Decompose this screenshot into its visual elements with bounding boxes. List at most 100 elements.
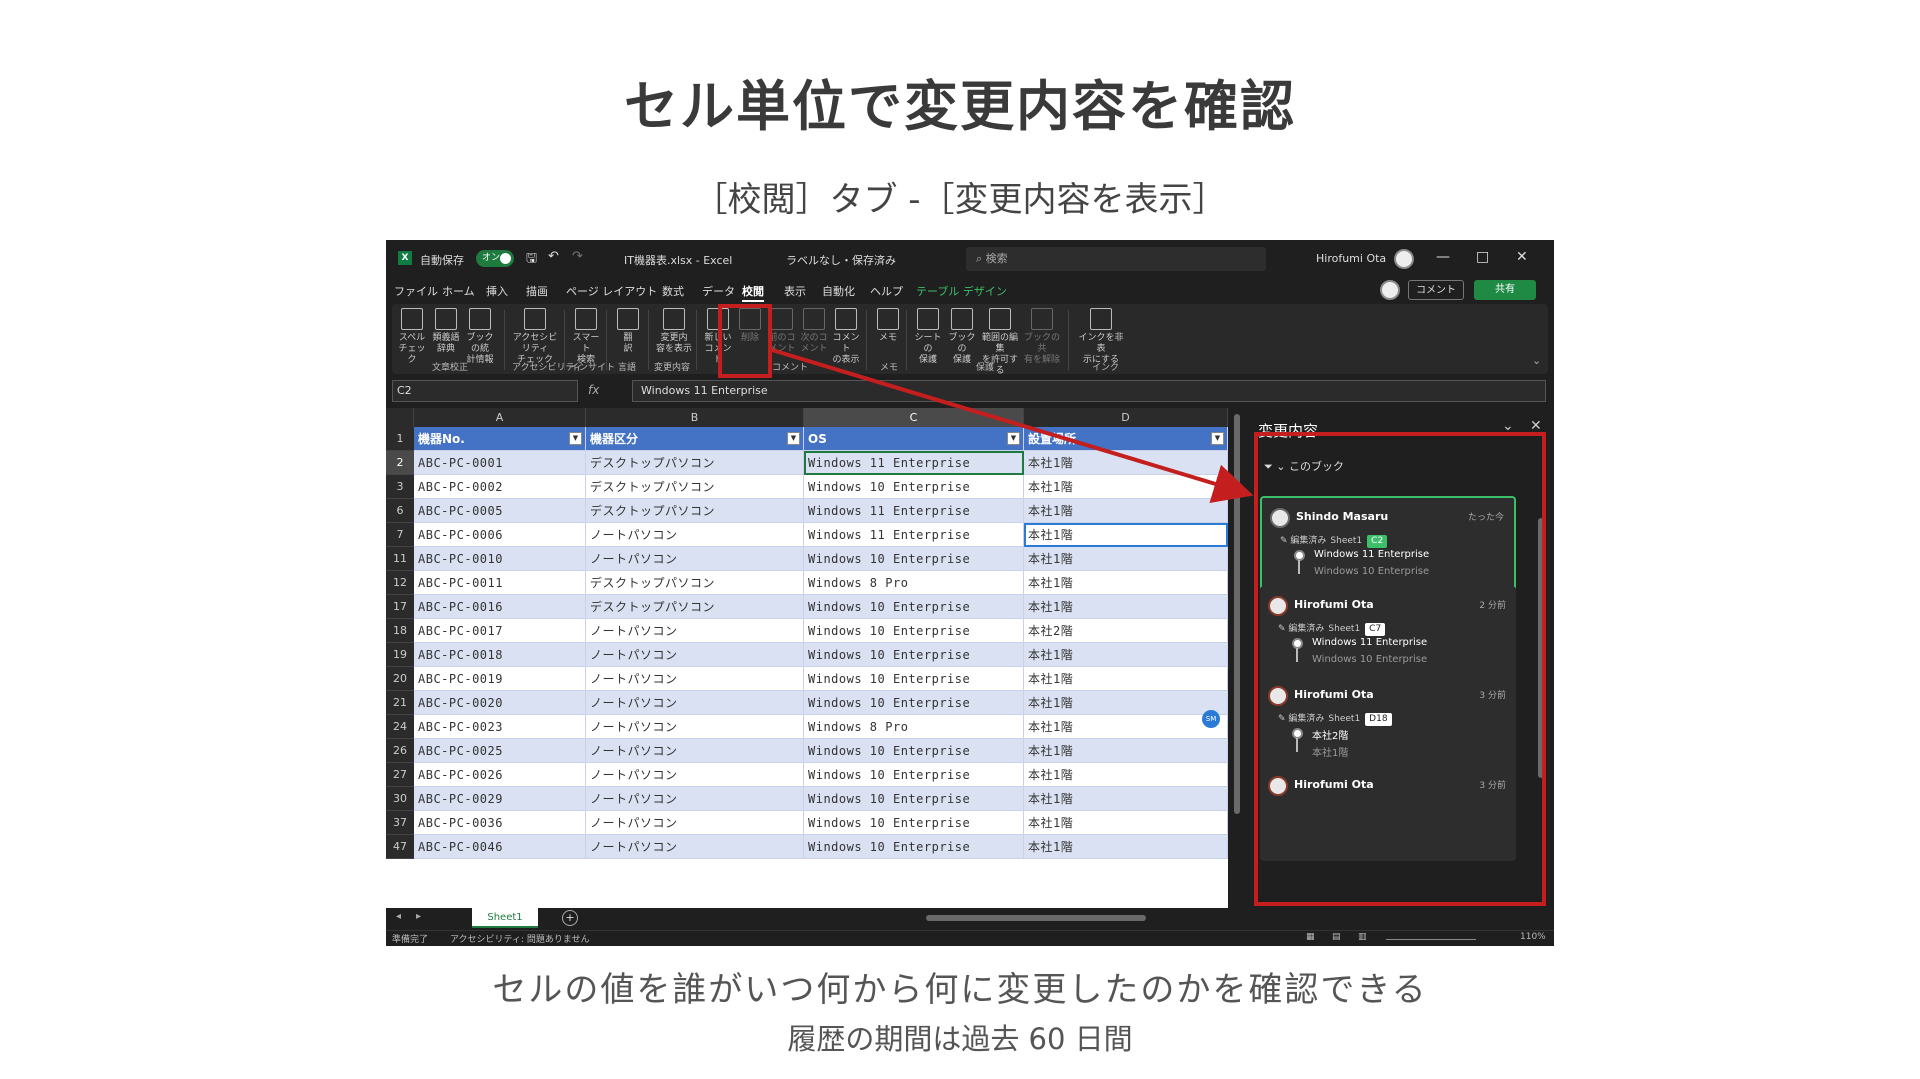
select-all-corner[interactable]: [386, 408, 414, 427]
next-sheet-icon[interactable]: ▸: [416, 911, 421, 922]
normal-view-icon[interactable]: ▦: [1306, 932, 1315, 942]
row-number[interactable]: 17: [386, 595, 414, 619]
table-cell[interactable]: Windows 10 Enterprise: [804, 835, 1024, 859]
row-number[interactable]: 37: [386, 811, 414, 835]
sheet-tab-sheet1[interactable]: Sheet1: [472, 908, 538, 928]
table-cell[interactable]: 本社1階: [1024, 643, 1228, 667]
table-cell[interactable]: Windows 10 Enterprise: [804, 619, 1024, 643]
row-number[interactable]: 2: [386, 451, 414, 475]
table-cell[interactable]: Windows 11 Enterprise: [804, 523, 1024, 547]
table-header-cell[interactable]: 機器No. ▼: [414, 427, 586, 451]
row-number[interactable]: 1: [386, 427, 414, 451]
column-header-d[interactable]: D: [1024, 408, 1228, 427]
row-number[interactable]: 30: [386, 787, 414, 811]
row-number[interactable]: 20: [386, 667, 414, 691]
protect-workbook-button[interactable]: ブックの 保護: [946, 306, 978, 366]
table-cell[interactable]: ABC-PC-0025: [414, 739, 586, 763]
table-cell[interactable]: ノートパソコン: [586, 643, 804, 667]
table-cell[interactable]: 本社1階: [1024, 667, 1228, 691]
row-number[interactable]: 18: [386, 619, 414, 643]
thesaurus-button[interactable]: 類義語 辞典: [430, 306, 462, 355]
status-accessibility[interactable]: アクセシビリティ: 問題ありません: [450, 932, 590, 945]
row-number[interactable]: 19: [386, 643, 414, 667]
table-cell[interactable]: 本社1階: [1024, 523, 1228, 547]
row-number[interactable]: 26: [386, 739, 414, 763]
table-cell[interactable]: 本社2階: [1024, 619, 1228, 643]
table-cell[interactable]: ノートパソコン: [586, 835, 804, 859]
tab-home[interactable]: ホーム: [442, 283, 475, 299]
table-cell[interactable]: Windows 10 Enterprise: [804, 787, 1024, 811]
filter-dropdown-icon[interactable]: ▼: [569, 432, 582, 445]
table-cell[interactable]: ノートパソコン: [586, 715, 804, 739]
table-cell[interactable]: ABC-PC-0036: [414, 811, 586, 835]
column-header-a[interactable]: A: [414, 408, 586, 427]
table-cell[interactable]: 本社1階: [1024, 451, 1228, 475]
zoom-slider[interactable]: [1386, 932, 1476, 940]
column-header-c[interactable]: C: [804, 408, 1024, 427]
tab-table-design[interactable]: テーブル デザイン: [916, 283, 1007, 299]
tab-insert[interactable]: 挿入: [486, 283, 508, 299]
table-cell[interactable]: ABC-PC-0016: [414, 595, 586, 619]
table-cell[interactable]: ABC-PC-0002: [414, 475, 586, 499]
protect-sheet-button[interactable]: シートの 保護: [912, 306, 944, 366]
table-cell[interactable]: ABC-PC-0023: [414, 715, 586, 739]
redo-icon[interactable]: ↷: [572, 249, 583, 264]
horizontal-scrollbar[interactable]: [926, 915, 1146, 921]
filter-dropdown-icon[interactable]: ▼: [1007, 432, 1020, 445]
formula-input[interactable]: Windows 11 Enterprise: [632, 380, 1546, 402]
undo-icon[interactable]: ↶: [548, 249, 559, 264]
spellcheck-button[interactable]: スペル チェック: [396, 306, 428, 366]
table-cell[interactable]: 本社1階: [1024, 739, 1228, 763]
table-cell[interactable]: Windows 10 Enterprise: [804, 595, 1024, 619]
table-cell[interactable]: ABC-PC-0026: [414, 763, 586, 787]
table-cell[interactable]: ノートパソコン: [586, 739, 804, 763]
page-layout-view-icon[interactable]: ▤: [1332, 932, 1341, 942]
scroll-thumb[interactable]: [1234, 414, 1240, 814]
table-cell[interactable]: Windows 10 Enterprise: [804, 547, 1024, 571]
table-cell[interactable]: 本社1階: [1024, 595, 1228, 619]
filter-dropdown-icon[interactable]: ▼: [1211, 432, 1224, 445]
table-cell[interactable]: ノートパソコン: [586, 667, 804, 691]
unshare-workbook-button[interactable]: ブックの共 有を解除: [1022, 306, 1062, 366]
tab-help[interactable]: ヘルプ: [870, 283, 903, 299]
page-break-view-icon[interactable]: ▥: [1358, 932, 1367, 942]
table-header-cell[interactable]: 設置場所 ▼: [1024, 427, 1228, 451]
table-cell[interactable]: 本社1階: [1024, 787, 1228, 811]
table-cell[interactable]: 本社1階: [1024, 763, 1228, 787]
coauthor-avatar[interactable]: [1380, 280, 1400, 300]
table-header-cell[interactable]: 機器区分 ▼: [586, 427, 804, 451]
hide-ink-button[interactable]: インクを非表 示にする: [1076, 306, 1126, 366]
tab-automate[interactable]: 自動化: [822, 283, 855, 299]
sensitivity-label[interactable]: ラベルなし・保存済み: [786, 252, 896, 268]
save-icon[interactable]: 🖫: [526, 249, 537, 271]
autosave-toggle[interactable]: オン: [476, 250, 514, 267]
table-cell[interactable]: ノートパソコン: [586, 619, 804, 643]
row-number[interactable]: 11: [386, 547, 414, 571]
share-button[interactable]: 共有: [1474, 280, 1536, 300]
row-number[interactable]: 12: [386, 571, 414, 595]
table-cell[interactable]: ノートパソコン: [586, 763, 804, 787]
show-comments-button[interactable]: コメント の表示: [830, 306, 862, 366]
vertical-scrollbar[interactable]: [1232, 408, 1242, 908]
tab-draw[interactable]: 描画: [526, 283, 548, 299]
notes-button[interactable]: メモ: [872, 306, 904, 344]
name-box[interactable]: C2: [392, 380, 578, 402]
translate-button[interactable]: 翻 訳: [612, 306, 644, 355]
tab-file[interactable]: ファイル: [394, 283, 438, 299]
table-cell[interactable]: ノートパソコン: [586, 691, 804, 715]
add-sheet-button[interactable]: +: [562, 910, 578, 926]
table-cell[interactable]: Windows 10 Enterprise: [804, 667, 1024, 691]
table-cell[interactable]: Windows 11 Enterprise: [804, 499, 1024, 523]
minimize-button[interactable]: —: [1436, 249, 1450, 265]
row-number[interactable]: 24: [386, 715, 414, 739]
table-cell[interactable]: ABC-PC-0020: [414, 691, 586, 715]
row-number[interactable]: 6: [386, 499, 414, 523]
table-cell[interactable]: 本社1階: [1024, 691, 1228, 715]
tab-review[interactable]: 校閲: [742, 283, 764, 302]
ribbon-collapse-icon[interactable]: ⌄: [1532, 354, 1541, 367]
table-cell[interactable]: 本社1階: [1024, 811, 1228, 835]
table-cell[interactable]: Windows 10 Enterprise: [804, 763, 1024, 787]
close-button[interactable]: ✕: [1516, 249, 1528, 265]
table-cell[interactable]: ABC-PC-0018: [414, 643, 586, 667]
table-cell[interactable]: ABC-PC-0029: [414, 787, 586, 811]
